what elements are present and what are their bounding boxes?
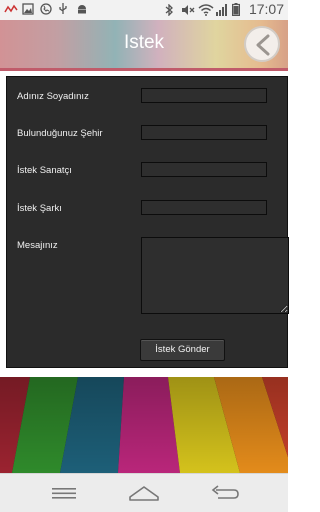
message-label: Mesajınız: [17, 240, 58, 251]
header-divider: [0, 68, 288, 71]
name-field[interactable]: [141, 88, 267, 103]
artist-label: İstek Sanatçı: [17, 165, 72, 176]
status-bar: 17:07: [0, 0, 288, 20]
system-icons: 17:07: [164, 1, 284, 17]
song-field[interactable]: [141, 200, 267, 215]
signal-alert-icon: [4, 2, 18, 14]
back-icon: [211, 485, 239, 499]
song-label: İstek Şarkı: [17, 203, 62, 214]
rainbow-stripes: [0, 377, 288, 473]
bluetooth-icon: [164, 3, 176, 17]
city-field[interactable]: [141, 125, 267, 140]
usb-icon: [58, 2, 70, 14]
app-header: Istek: [0, 20, 288, 68]
city-label: Bulunduğunuz Şehir: [17, 128, 103, 139]
mute-icon: [181, 3, 195, 15]
menu-icon: [52, 488, 76, 499]
back-button[interactable]: [244, 26, 280, 62]
request-form: Adınız Soyadınız Bulunduğunuz Şehir İste…: [6, 76, 289, 368]
android-icon: [76, 2, 88, 14]
artist-field[interactable]: [141, 162, 267, 177]
wifi-icon: [198, 3, 214, 16]
message-field[interactable]: [141, 237, 289, 314]
notification-icons: [4, 2, 88, 15]
nav-back-button[interactable]: [208, 482, 240, 504]
clock: 17:07: [248, 1, 284, 17]
chevron-left-icon: [256, 34, 270, 56]
menu-button[interactable]: [48, 482, 80, 504]
cell-signal-icon: [215, 3, 227, 16]
battery-icon: [231, 3, 244, 17]
phone-icon: [40, 2, 52, 15]
system-nav-bar: [0, 473, 288, 512]
name-label: Adınız Soyadınız: [17, 91, 89, 102]
image-icon: [22, 2, 34, 15]
submit-button[interactable]: İstek Gönder: [140, 339, 225, 361]
rainbow-banner-image: [0, 377, 288, 473]
home-button[interactable]: [128, 482, 160, 504]
home-icon: [129, 486, 159, 501]
